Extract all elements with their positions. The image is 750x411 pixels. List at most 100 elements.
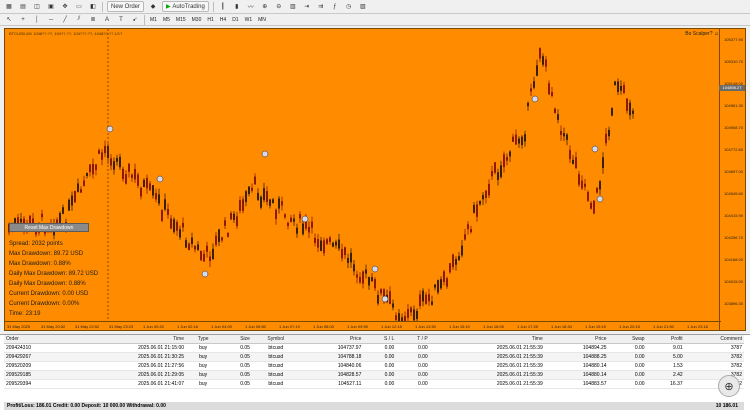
timeframe-mn[interactable]: MN	[257, 17, 267, 23]
candle-body	[440, 279, 442, 289]
chart-shift-icon[interactable]: ⇥	[302, 2, 312, 12]
drawing-toolbar: ↖ + │ ─ ╱ ⫽ ≣ A T ➹ M1 M5 M15 M30 H1 H4 …	[0, 14, 750, 26]
candle-body	[461, 245, 463, 256]
table-cell: 104840.06	[299, 361, 364, 371]
price-axis[interactable]: 105377.90 105310.70 105148.00 104961.30 1049…	[719, 29, 745, 330]
fibonacci-icon[interactable]: ≣	[88, 15, 98, 25]
horizontal-line-icon[interactable]: ─	[46, 15, 56, 25]
candle-body	[20, 218, 22, 223]
candle-body	[518, 138, 520, 144]
expert-advisor-name: Bo Scalper? ☺	[685, 31, 719, 37]
candle-body	[185, 240, 187, 248]
templates-icon[interactable]: ▧	[358, 2, 368, 12]
candle-body	[290, 217, 292, 222]
candle-body	[632, 110, 634, 114]
column-header[interactable]: Time	[429, 335, 545, 344]
terminal-panel: Order Time Type Size Symbol Price S / LT / P Ti…	[0, 334, 750, 411]
column-header[interactable]: Swap	[608, 335, 647, 344]
navigator-icon[interactable]: ✥	[60, 2, 70, 12]
profiles-icon[interactable]: ▤	[18, 2, 28, 12]
candle-body	[188, 243, 190, 251]
tile-windows-icon[interactable]: ▥	[288, 2, 298, 12]
timeframe-m30[interactable]: M30	[191, 17, 203, 23]
zoom-in-magnifier-icon[interactable]: ⊕	[718, 375, 740, 397]
candle-body	[293, 218, 295, 222]
candlestick-icon[interactable]: ▮	[232, 2, 242, 12]
text-tool-icon[interactable]: A	[102, 15, 112, 25]
channel-icon[interactable]: ⫽	[74, 15, 84, 25]
column-header[interactable]: Price	[544, 335, 609, 344]
table-row[interactable]: 209529394 2025.06.01 21:41:07 buy 0.05 btcus…	[4, 379, 744, 389]
stat-daily-dd-usd: Daily Max Drawdown: 89.72 USD	[9, 271, 99, 277]
column-header[interactable]: Size	[220, 335, 252, 344]
candle-body	[230, 213, 232, 220]
crosshair-icon[interactable]: +	[18, 15, 28, 25]
autoscroll-icon[interactable]: ⇉	[316, 2, 326, 12]
candle-body	[215, 235, 217, 245]
table-header: Order Time Type Size Symbol Price S / LT / P Ti…	[4, 335, 744, 344]
timeframe-h4[interactable]: H4	[219, 17, 227, 23]
candle-body	[206, 245, 208, 252]
new-order-button[interactable]: New Order	[107, 1, 145, 12]
bar-chart-icon[interactable]: ┃	[218, 2, 228, 12]
column-header[interactable]: Type	[186, 335, 221, 344]
time-axis[interactable]: 31 May 2025 31 May 20:52 31 May 22:52 31 Ma…	[5, 321, 721, 330]
zoom-in-icon[interactable]: ⊕	[260, 2, 270, 12]
column-header[interactable]: Order	[4, 335, 71, 344]
terminal-icon[interactable]: ▭	[74, 2, 84, 12]
metaeditor-icon[interactable]: ◆	[148, 2, 158, 12]
time-tick: 1 Jun 05:50	[245, 324, 266, 329]
candle-body	[221, 237, 223, 241]
autotrading-button[interactable]: ▶ AutoTrading	[162, 1, 209, 12]
column-header[interactable]: Symbol	[251, 335, 300, 344]
table-cell: btcusd	[251, 352, 300, 362]
column-header[interactable]: Time	[70, 335, 187, 344]
timeframe-w1[interactable]: W1	[244, 17, 254, 23]
column-header[interactable]: Profit	[646, 335, 685, 344]
time-tick: 1 Jun 19:15	[585, 324, 606, 329]
candle-body	[626, 98, 628, 111]
timeframe-d1[interactable]: D1	[231, 17, 239, 23]
table-row[interactable]: 209520209 2025.06.01 21:27:56 buy 0.05 btcus…	[4, 361, 744, 371]
trendline-icon[interactable]: ╱	[60, 15, 70, 25]
tester-icon[interactable]: ◧	[88, 2, 98, 12]
column-header[interactable]: T / P	[396, 335, 430, 344]
new-chart-icon[interactable]: ▦	[4, 2, 14, 12]
toolbar-divider	[144, 14, 145, 25]
timeframe-h1[interactable]: H1	[206, 17, 214, 23]
price-chart[interactable]: BTCUSD,M1 1048??.??, 104??.??, 104???.??…	[4, 28, 746, 331]
timeframe-m15[interactable]: M15	[175, 17, 187, 23]
column-header[interactable]: S / L	[363, 335, 397, 344]
line-chart-icon[interactable]: 〰	[246, 2, 256, 12]
indicators-icon[interactable]: ƒ	[330, 2, 340, 12]
table-cell: 104527.11	[299, 379, 364, 389]
column-header[interactable]: Price	[299, 335, 364, 344]
trade-marker	[261, 150, 269, 158]
candle-body	[557, 114, 559, 120]
cursor-icon[interactable]: ↖	[4, 15, 14, 25]
candle-body	[227, 232, 229, 237]
candle-body	[392, 303, 394, 308]
trade-marker	[156, 175, 164, 183]
reset-max-drawdown-button[interactable]: Reset Max Drawdown	[9, 223, 89, 232]
table-cell: 0.00	[608, 361, 647, 371]
timeframe-m5[interactable]: M5	[162, 17, 171, 23]
candle-body	[104, 145, 106, 154]
zoom-out-icon[interactable]: ⊖	[274, 2, 284, 12]
table-row[interactable]: 209424310 2025.06.01 21:15:00 buy 0.05 btcus…	[4, 343, 744, 353]
vertical-line-icon[interactable]: │	[32, 15, 42, 25]
label-tool-icon[interactable]: T	[116, 15, 126, 25]
arrow-tool-icon[interactable]: ➹	[130, 15, 140, 25]
candle-body	[482, 195, 484, 200]
timeframe-m1[interactable]: M1	[149, 17, 158, 23]
market-watch-icon[interactable]: ◫	[32, 2, 42, 12]
column-header[interactable]: Comment	[684, 335, 744, 344]
candle-body	[284, 214, 286, 218]
table-row[interactable]: 209429267 2025.06.01 21:30:25 buy 0.05 btcus…	[4, 352, 744, 362]
candle-body	[590, 202, 592, 209]
candle-body	[539, 48, 541, 59]
candle-body	[407, 309, 409, 318]
table-row[interactable]: 209529185 2025.06.01 21:29:05 buy 0.05 btcus…	[4, 370, 744, 380]
periods-icon[interactable]: ◷	[344, 2, 354, 12]
data-window-icon[interactable]: ▣	[46, 2, 56, 12]
